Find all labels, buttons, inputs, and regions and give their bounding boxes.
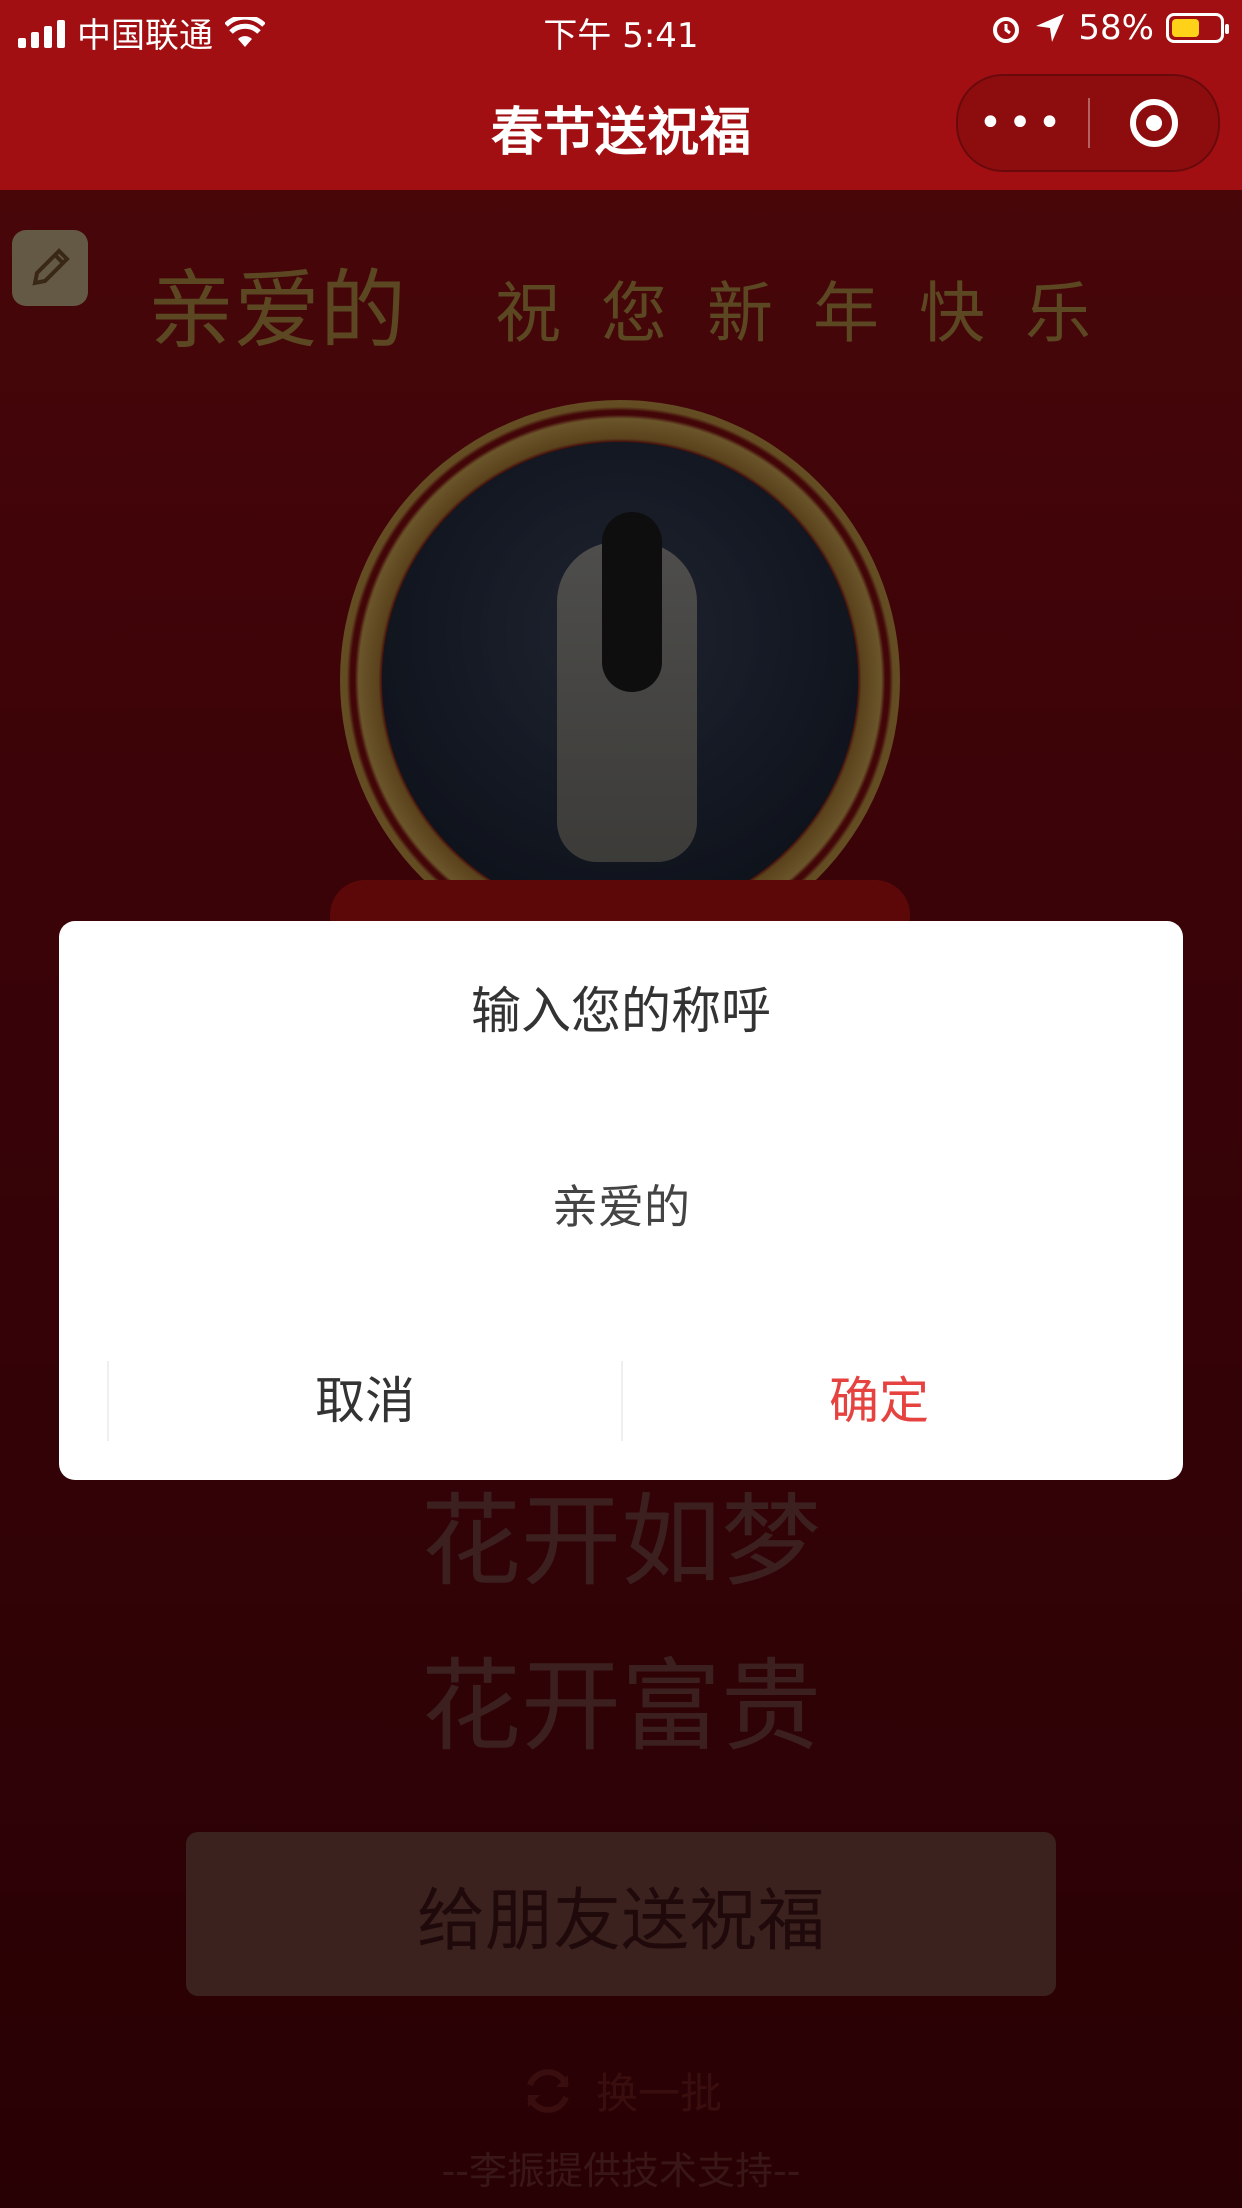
dialog-title: 输入您的称呼: [471, 982, 771, 1040]
navigation-bar: 春节送祝福 •••: [0, 60, 1242, 190]
cancel-button[interactable]: 取消: [107, 1361, 623, 1441]
location-arrow-icon: [1036, 14, 1065, 42]
more-menu-button[interactable]: •••: [958, 100, 1088, 146]
battery-icon: [1166, 13, 1229, 43]
alarm-icon: [993, 17, 1020, 43]
close-mini-program-button[interactable]: [1090, 99, 1218, 147]
confirm-button[interactable]: 确定: [623, 1361, 1135, 1441]
dialog-buttons: 取消 确定: [107, 1361, 1135, 1441]
name-input-dialog: 输入您的称呼 亲爱的 取消 确定: [59, 921, 1183, 1480]
mini-program-capsule: •••: [956, 74, 1220, 172]
status-bar: 中国联通 下午 5:41 58%: [0, 0, 1242, 60]
target-icon: [1130, 99, 1178, 147]
battery-percent: 58%: [1078, 8, 1154, 48]
name-input[interactable]: 亲爱的: [59, 1171, 1183, 1237]
